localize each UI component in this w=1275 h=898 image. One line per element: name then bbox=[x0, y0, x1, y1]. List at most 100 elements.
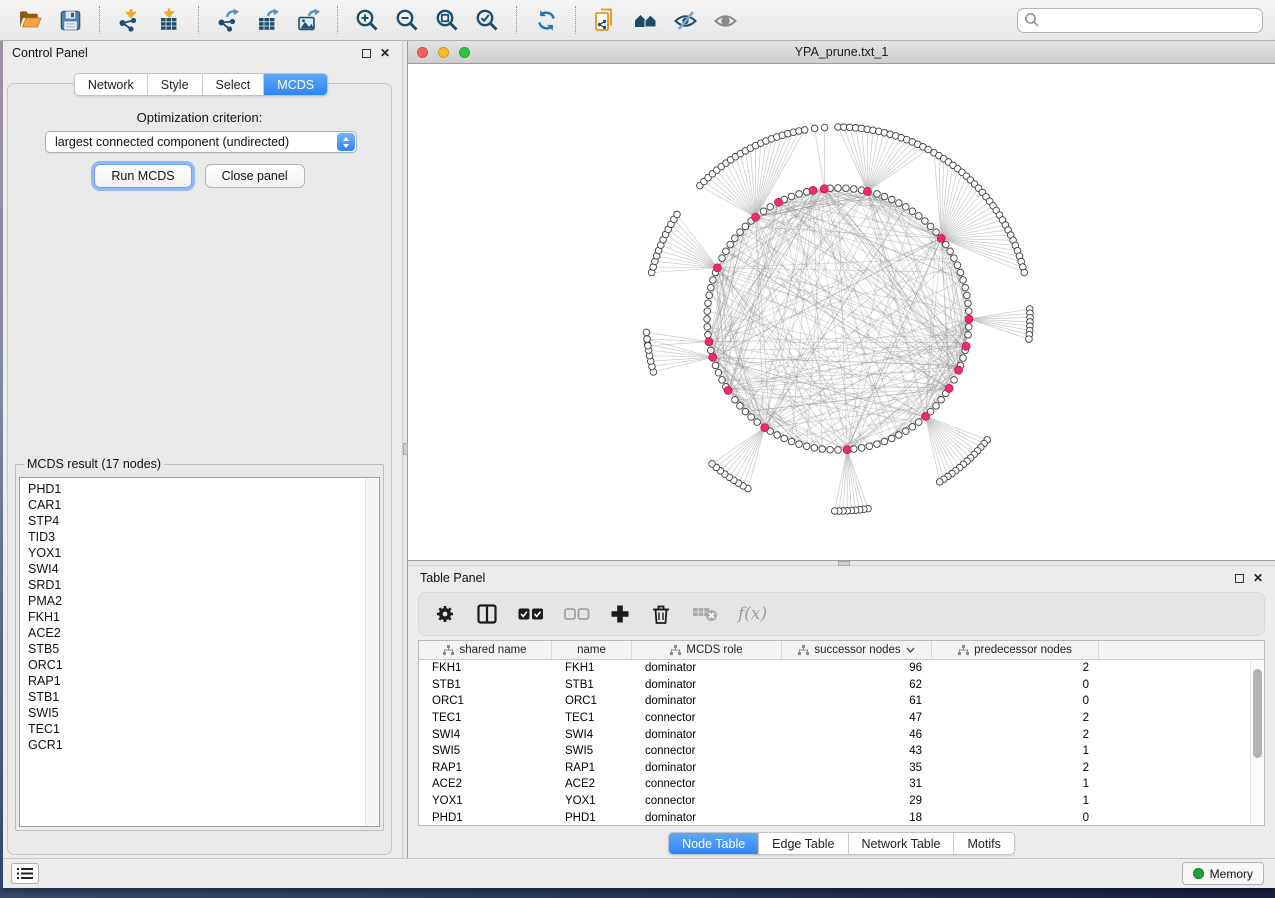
table-row[interactable]: SWI5SWI5connector431 bbox=[419, 743, 1264, 760]
minimize-traffic-light[interactable] bbox=[438, 47, 449, 58]
table-scrollbar[interactable] bbox=[1250, 661, 1264, 824]
save-session-button[interactable] bbox=[53, 5, 87, 35]
run-mcds-button[interactable]: Run MCDS bbox=[94, 164, 191, 188]
toolbar-separator bbox=[575, 6, 576, 34]
float-window-icon[interactable] bbox=[362, 49, 371, 58]
new-network-from-selection-button[interactable] bbox=[588, 5, 622, 35]
hide-selected-button[interactable] bbox=[668, 5, 702, 35]
search-input[interactable] bbox=[1017, 8, 1263, 33]
equation-builder-button[interactable]: f(x) bbox=[738, 604, 767, 624]
table-row[interactable]: STB1STB1dominator620 bbox=[419, 677, 1264, 694]
mcds-result-item[interactable]: YOX1 bbox=[28, 545, 379, 561]
mcds-result-item[interactable]: TEC1 bbox=[28, 721, 379, 737]
mcds-result-item[interactable]: SRD1 bbox=[28, 577, 379, 593]
tab-network[interactable]: Network bbox=[75, 74, 148, 95]
tab-select[interactable]: Select bbox=[203, 74, 265, 95]
new-column-button[interactable] bbox=[610, 604, 630, 624]
mcds-result-item[interactable]: PMA2 bbox=[28, 593, 379, 609]
mcds-result-list[interactable]: PHD1CAR1STP4TID3YOX1SWI4SRD1PMA2FKH1ACE2… bbox=[19, 477, 380, 827]
close-traffic-light[interactable] bbox=[417, 47, 428, 58]
optimization-criterion-label: Optimization criterion: bbox=[8, 110, 391, 125]
import-network-button[interactable] bbox=[112, 5, 146, 35]
column-header-successor-nodes[interactable]: successor nodes bbox=[782, 641, 932, 659]
column-header-predecessor-nodes[interactable]: predecessor nodes bbox=[932, 641, 1099, 659]
zoom-traffic-light[interactable] bbox=[459, 47, 470, 58]
column-header-shared-name[interactable]: shared name bbox=[419, 641, 552, 659]
criterion-dropdown[interactable]: largest connected component (undirected) bbox=[45, 131, 357, 153]
mcds-result-item[interactable]: STB1 bbox=[28, 689, 379, 705]
table-tab-motifs[interactable]: Motifs bbox=[954, 833, 1013, 854]
mcds-result-item[interactable]: FKH1 bbox=[28, 609, 379, 625]
table-mode-gear-button[interactable] bbox=[434, 603, 456, 625]
mcds-result-item[interactable]: ORC1 bbox=[28, 657, 379, 673]
mcds-result-item[interactable]: PHD1 bbox=[28, 481, 379, 497]
delete-table-button[interactable] bbox=[692, 605, 718, 623]
mcds-result-item[interactable]: GCR1 bbox=[28, 737, 379, 753]
refresh-icon bbox=[534, 8, 559, 33]
hide-eye-icon bbox=[672, 7, 699, 34]
table-row[interactable]: FKH1FKH1dominator962 bbox=[419, 660, 1264, 677]
mcds-result-item[interactable]: SWI4 bbox=[28, 561, 379, 577]
table-row[interactable]: ACE2ACE2connector311 bbox=[419, 776, 1264, 793]
zoom-fit-button[interactable] bbox=[430, 5, 464, 35]
first-neighbors-button[interactable] bbox=[628, 5, 662, 35]
show-all-button[interactable] bbox=[708, 5, 742, 35]
show-columns-button[interactable] bbox=[476, 603, 498, 625]
task-history-button[interactable] bbox=[11, 863, 39, 884]
mcds-result-item[interactable]: SWI5 bbox=[28, 705, 379, 721]
table-scrollbar-thumb[interactable] bbox=[1253, 669, 1262, 758]
deselect-all-button[interactable] bbox=[564, 607, 590, 621]
mcds-result-item[interactable]: STP4 bbox=[28, 513, 379, 529]
memory-button[interactable]: Memory bbox=[1182, 862, 1264, 885]
mcds-result-item[interactable]: RAP1 bbox=[28, 673, 379, 689]
table-tab-edge-table[interactable]: Edge Table bbox=[759, 833, 848, 854]
tab-style[interactable]: Style bbox=[148, 74, 203, 95]
zoom-selected-button[interactable] bbox=[470, 5, 504, 35]
table-cell: 31 bbox=[782, 778, 932, 790]
control-panel-titlebar: Control Panel ✕ bbox=[0, 41, 402, 65]
table-cell: connector bbox=[632, 795, 782, 807]
open-file-button[interactable] bbox=[13, 5, 47, 35]
table-tab-network-table[interactable]: Network Table bbox=[849, 833, 955, 854]
column-header-MCDS-role[interactable]: MCDS role bbox=[632, 641, 782, 659]
close-panel-icon[interactable]: ✕ bbox=[1253, 573, 1263, 583]
cytoscape-window: Control Panel ✕ NetworkStyleSelectMCDS O… bbox=[0, 0, 1275, 888]
export-table-button[interactable] bbox=[251, 5, 285, 35]
table-row[interactable]: RAP1RAP1dominator352 bbox=[419, 760, 1264, 777]
select-all-button[interactable] bbox=[518, 607, 544, 621]
tab-mcds[interactable]: MCDS bbox=[264, 74, 327, 95]
table-body: FKH1FKH1dominator962STB1STB1dominator620… bbox=[419, 660, 1264, 826]
import-table-button[interactable] bbox=[152, 5, 186, 35]
table-row[interactable]: ORC1ORC1dominator610 bbox=[419, 693, 1264, 710]
export-image-button[interactable] bbox=[291, 5, 325, 35]
table-tab-node-table[interactable]: Node Table bbox=[669, 833, 759, 854]
delete-column-button[interactable] bbox=[650, 603, 672, 625]
toolbar-separator bbox=[99, 6, 100, 34]
float-window-icon[interactable] bbox=[1235, 574, 1244, 583]
mcds-result-item[interactable]: STB5 bbox=[28, 641, 379, 657]
mcds-list-scrollbar[interactable] bbox=[365, 479, 378, 825]
close-panel-icon[interactable]: ✕ bbox=[380, 48, 390, 58]
control-panel: Control Panel ✕ NetworkStyleSelectMCDS O… bbox=[0, 41, 402, 858]
table-row[interactable]: SWI4SWI4dominator462 bbox=[419, 726, 1264, 743]
splitter-grip[interactable] bbox=[403, 443, 408, 455]
mcds-result-title: MCDS result (17 nodes) bbox=[24, 457, 164, 471]
network-canvas[interactable] bbox=[408, 64, 1275, 560]
table-row[interactable]: YOX1YOX1connector291 bbox=[419, 793, 1264, 810]
mcds-result-item[interactable]: CAR1 bbox=[28, 497, 379, 513]
export-network-button[interactable] bbox=[211, 5, 245, 35]
table-cell: 18 bbox=[782, 812, 932, 824]
close-panel-button[interactable]: Close panel bbox=[205, 164, 305, 188]
column-header-name[interactable]: name bbox=[552, 641, 632, 659]
refresh-layout-button[interactable] bbox=[529, 5, 563, 35]
zoom-out-button[interactable] bbox=[390, 5, 424, 35]
mcds-result-item[interactable]: ACE2 bbox=[28, 625, 379, 641]
mcds-result-item[interactable]: TID3 bbox=[28, 529, 379, 545]
table-row[interactable]: PHD1PHD1dominator180 bbox=[419, 809, 1264, 826]
zoom-in-button[interactable] bbox=[350, 5, 384, 35]
table-cell: 43 bbox=[782, 745, 932, 757]
column-type-icon bbox=[798, 645, 809, 656]
table-row[interactable]: TEC1TEC1connector472 bbox=[419, 710, 1264, 727]
table-cell: ACE2 bbox=[419, 778, 552, 790]
table-cell: connector bbox=[632, 712, 782, 724]
